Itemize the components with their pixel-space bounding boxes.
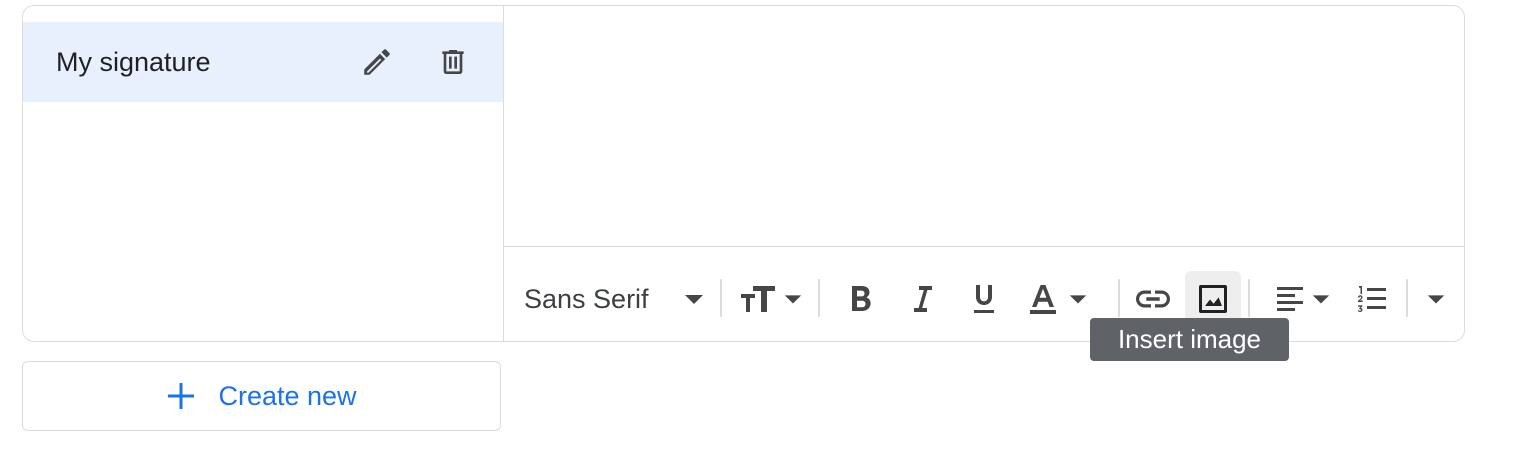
create-new-label: Create new	[218, 380, 357, 411]
toolbar-divider	[818, 279, 820, 317]
more-formatting-button[interactable]	[1416, 271, 1456, 327]
signature-editor[interactable]	[504, 6, 1464, 247]
numbered-list-button[interactable]	[1350, 271, 1394, 327]
align-left-icon	[1277, 287, 1303, 311]
plus-icon	[166, 381, 196, 411]
signature-panel: My signature Sans Serif	[22, 5, 1465, 342]
bold-button[interactable]	[840, 271, 884, 327]
signature-list-item[interactable]: My signature	[23, 22, 503, 102]
arrow-drop-down-icon	[784, 295, 802, 304]
toolbar-divider	[1118, 279, 1120, 317]
text-size-icon	[741, 286, 775, 312]
numbered-list-icon	[1357, 286, 1386, 312]
format-bold-icon	[852, 286, 871, 311]
trash-icon	[442, 50, 464, 74]
edit-signature-button[interactable]	[359, 44, 395, 80]
text-size-button[interactable]	[736, 271, 806, 327]
arrow-drop-down-icon	[1312, 295, 1330, 304]
link-icon	[1136, 290, 1170, 308]
format-italic-icon	[914, 286, 932, 312]
arrow-drop-down-icon	[1069, 295, 1087, 304]
font-family-dropdown[interactable]	[676, 271, 712, 327]
text-color-icon	[1030, 285, 1056, 314]
delete-signature-button[interactable]	[435, 44, 471, 80]
font-family-label: Sans Serif	[524, 283, 649, 314]
tooltip: Insert image	[1090, 318, 1289, 361]
create-new-button[interactable]: Create new	[22, 361, 501, 431]
toolbar-divider	[1406, 279, 1408, 317]
formatting-toolbar: Sans Serif	[504, 247, 1464, 341]
pencil-icon	[364, 49, 390, 75]
toolbar-divider	[1248, 279, 1250, 317]
signature-name: My signature	[56, 47, 211, 77]
signature-list: My signature	[23, 6, 504, 341]
arrow-drop-down-icon	[685, 295, 703, 304]
insert-image-icon	[1199, 285, 1227, 313]
arrow-drop-down-icon	[1427, 295, 1445, 304]
toolbar-divider	[720, 279, 722, 317]
format-underline-icon	[974, 285, 994, 313]
italic-button[interactable]	[900, 271, 944, 327]
underline-button[interactable]	[962, 271, 1006, 327]
text-color-button[interactable]	[1018, 271, 1098, 327]
font-family-select[interactable]: Sans Serif	[524, 271, 654, 327]
